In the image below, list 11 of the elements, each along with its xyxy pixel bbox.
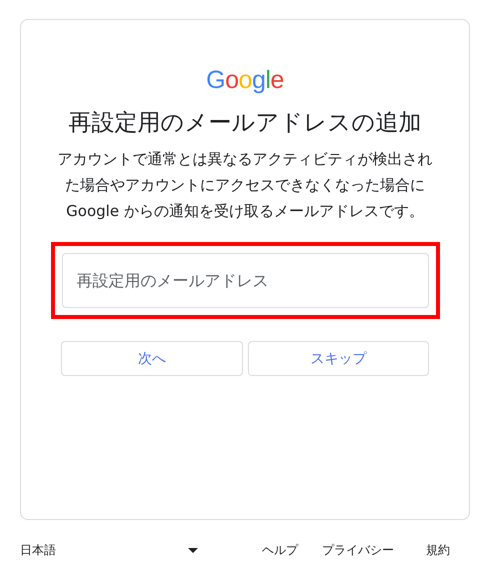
page-title: 再設定用のメールアドレスの追加: [68, 109, 422, 138]
next-button[interactable]: 次へ: [61, 341, 242, 376]
description-text: アカウントで通常とは異なるアクティビティが検出された場合やアカウントにアクセスできなくなった場合に Google からの通知を受け取るメールアドレスです。: [56, 149, 434, 222]
skip-button[interactable]: スキップ: [248, 341, 429, 376]
logo: Google: [206, 66, 284, 94]
footer-link[interactable]: ヘルプ: [262, 542, 298, 559]
language-selector[interactable]: 日本語: [20, 542, 198, 559]
email-input-field[interactable]: 再設定用のメールアドレス: [62, 253, 428, 308]
footer-link[interactable]: 規約: [426, 542, 450, 559]
caret-icon: [188, 548, 198, 553]
footer-link[interactable]: プライバシー: [322, 542, 394, 559]
